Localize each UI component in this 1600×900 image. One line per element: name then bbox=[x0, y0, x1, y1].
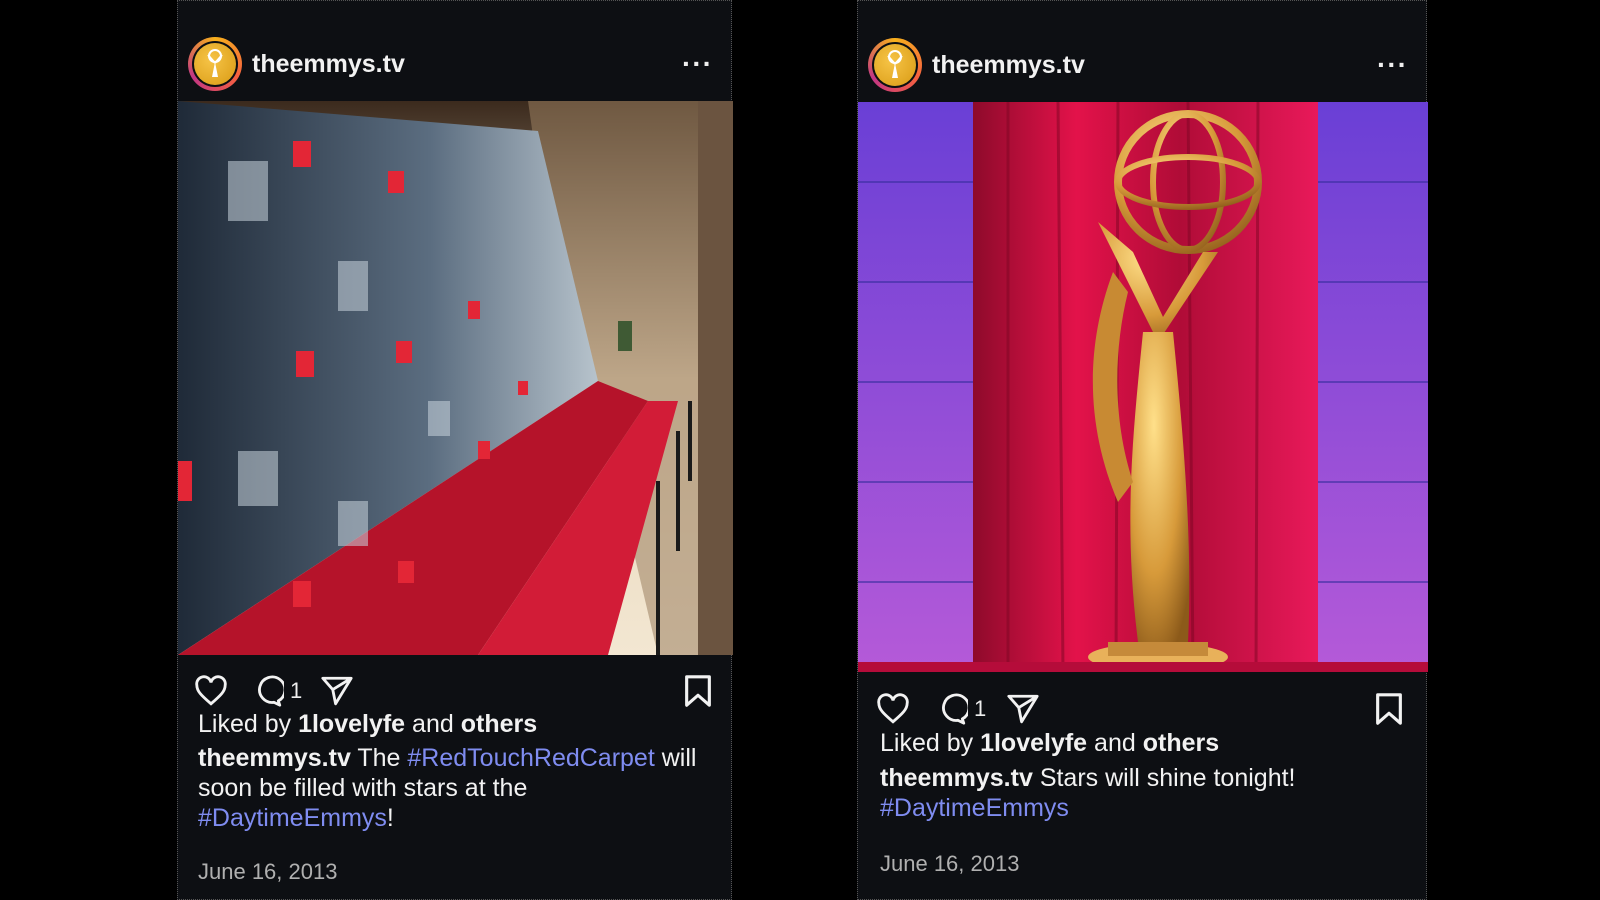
hashtag-link[interactable]: #RedTouchRedCarpet bbox=[407, 744, 654, 772]
post-photo[interactable] bbox=[178, 101, 733, 655]
emmy-logo-icon bbox=[887, 50, 903, 78]
avatar[interactable] bbox=[868, 38, 922, 92]
caption: theemmys.tv Stars will shine tonight! #D… bbox=[880, 763, 1410, 823]
likes-line: Liked by 1lovelyfe and others bbox=[198, 709, 537, 739]
share-button[interactable] bbox=[1006, 689, 1040, 729]
post-actions: 1 bbox=[178, 671, 731, 711]
post-header: theemmys.tv ··· bbox=[858, 35, 1426, 95]
liked-prefix: Liked by bbox=[880, 729, 974, 757]
red-carpet-image bbox=[178, 101, 733, 655]
send-icon bbox=[321, 676, 353, 706]
hashtag-link[interactable]: #DaytimeEmmys bbox=[880, 794, 1069, 822]
emmy-statue-image bbox=[858, 102, 1428, 672]
more-horizontal-icon[interactable]: ··· bbox=[682, 50, 713, 78]
comment-button[interactable]: 1 bbox=[934, 689, 986, 729]
post-date: June 16, 2013 bbox=[880, 851, 1020, 876]
caption-text: Stars will shine tonight! bbox=[1039, 764, 1296, 792]
comment-button[interactable]: 1 bbox=[250, 671, 302, 711]
bookmark-icon bbox=[1376, 693, 1402, 725]
liked-and: and bbox=[412, 710, 454, 738]
emmy-logo-icon bbox=[207, 49, 223, 77]
more-horizontal-icon[interactable]: ··· bbox=[1377, 51, 1408, 79]
liked-user[interactable]: 1lovelyfe bbox=[980, 729, 1087, 757]
share-button[interactable] bbox=[320, 671, 354, 711]
hashtag-link[interactable]: #DaytimeEmmys bbox=[198, 804, 387, 832]
post-card-2: theemmys.tv ··· 1 Liked by 1lovelyfe and… bbox=[857, 0, 1428, 900]
heart-icon bbox=[877, 693, 909, 724]
comment-icon bbox=[258, 675, 284, 707]
liked-others[interactable]: others bbox=[1143, 729, 1219, 757]
post-actions: 1 bbox=[858, 689, 1426, 729]
liked-and: and bbox=[1094, 729, 1136, 757]
post-header: theemmys.tv ··· bbox=[178, 35, 731, 93]
bookmark-icon bbox=[685, 675, 711, 707]
send-icon bbox=[1007, 694, 1039, 724]
caption-text: The bbox=[357, 744, 401, 772]
caption-text: ! bbox=[386, 804, 394, 832]
comment-count: 1 bbox=[974, 696, 987, 721]
comment-count: 1 bbox=[290, 678, 303, 703]
likes-line: Liked by 1lovelyfe and others bbox=[880, 728, 1219, 758]
heart-icon bbox=[195, 675, 227, 706]
post-photo[interactable] bbox=[858, 102, 1428, 672]
caption-username[interactable]: theemmys.tv bbox=[880, 764, 1033, 792]
liked-prefix: Liked by bbox=[198, 710, 292, 738]
save-button[interactable] bbox=[1374, 689, 1404, 729]
comment-icon bbox=[942, 693, 968, 725]
username[interactable]: theemmys.tv bbox=[252, 50, 405, 79]
like-button[interactable] bbox=[876, 689, 910, 729]
post-date: June 16, 2013 bbox=[198, 859, 338, 884]
avatar[interactable] bbox=[188, 37, 242, 91]
liked-others[interactable]: others bbox=[461, 710, 537, 738]
caption: theemmys.tv The #RedTouchRedCarpet will … bbox=[198, 743, 708, 833]
username[interactable]: theemmys.tv bbox=[932, 51, 1085, 80]
post-card-1: theemmys.tv ··· 1 Liked by 1lovelyfe and… bbox=[177, 0, 733, 900]
caption-username[interactable]: theemmys.tv bbox=[198, 744, 351, 772]
like-button[interactable] bbox=[194, 671, 228, 711]
liked-user[interactable]: 1lovelyfe bbox=[298, 710, 405, 738]
save-button[interactable] bbox=[683, 671, 713, 711]
